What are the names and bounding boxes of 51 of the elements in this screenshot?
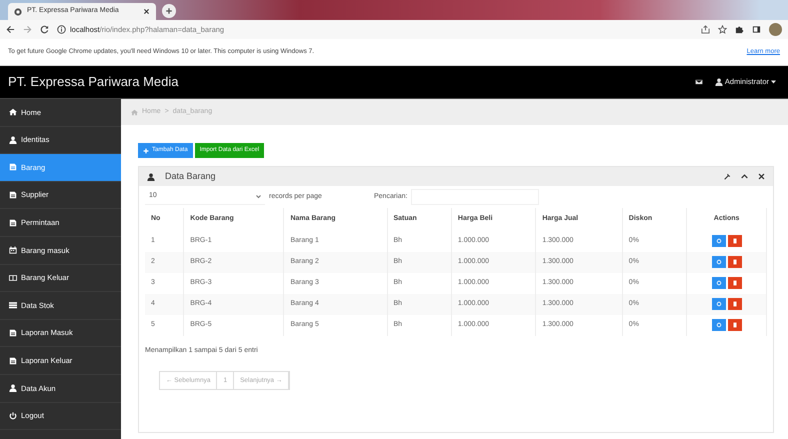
user-icon	[147, 172, 155, 180]
edit-button[interactable]	[712, 276, 726, 289]
puzzle-icon	[735, 25, 744, 34]
trash-icon	[732, 238, 738, 244]
trash-icon	[732, 300, 738, 307]
close-icon	[143, 8, 150, 15]
reload-icon	[40, 25, 49, 34]
trash-icon	[732, 280, 738, 286]
home-icon	[9, 108, 17, 116]
user-icon	[9, 384, 17, 392]
document-icon	[9, 218, 17, 227]
delete-button[interactable]	[728, 298, 742, 310]
delete-button[interactable]	[728, 256, 742, 268]
trash-icon	[732, 322, 738, 328]
avatar-icon[interactable]	[769, 23, 782, 36]
forward-icon	[23, 25, 32, 34]
sidepanel-icon	[752, 25, 761, 34]
edit-button[interactable]	[712, 298, 726, 310]
power-icon	[9, 412, 17, 420]
plus-icon	[165, 7, 173, 15]
panel-title: Data Barang	[165, 170, 217, 183]
board-icon	[9, 274, 17, 282]
new-tab-button[interactable]	[162, 4, 176, 18]
document-icon	[9, 191, 17, 200]
edit-button[interactable]	[712, 318, 726, 331]
user-icon	[714, 78, 723, 86]
collapse-icon	[741, 173, 748, 180]
edit-button[interactable]	[712, 256, 726, 268]
user-icon	[9, 136, 17, 144]
trash-icon	[732, 258, 738, 265]
list-icon	[9, 301, 17, 310]
brand-title: PT. Expressa Pariwara Media	[8, 73, 180, 92]
close-icon	[758, 173, 765, 180]
share-icon	[701, 25, 710, 34]
delete-button[interactable]	[728, 234, 742, 247]
document-icon	[9, 356, 17, 365]
chevron-icon	[256, 194, 261, 198]
envelope-icon	[694, 78, 703, 86]
back-icon	[6, 25, 15, 34]
wrench-icon	[724, 173, 731, 180]
calendar-icon	[9, 246, 17, 254]
caret-icon	[771, 80, 776, 84]
plus-icon	[143, 148, 149, 154]
delete-button[interactable]	[728, 318, 742, 331]
home-icon	[131, 108, 138, 116]
document-icon	[9, 163, 17, 172]
edit-button[interactable]	[712, 234, 726, 247]
delete-button[interactable]	[728, 276, 742, 289]
info-icon	[57, 25, 66, 34]
document-icon	[9, 329, 17, 338]
star-icon	[718, 25, 727, 34]
